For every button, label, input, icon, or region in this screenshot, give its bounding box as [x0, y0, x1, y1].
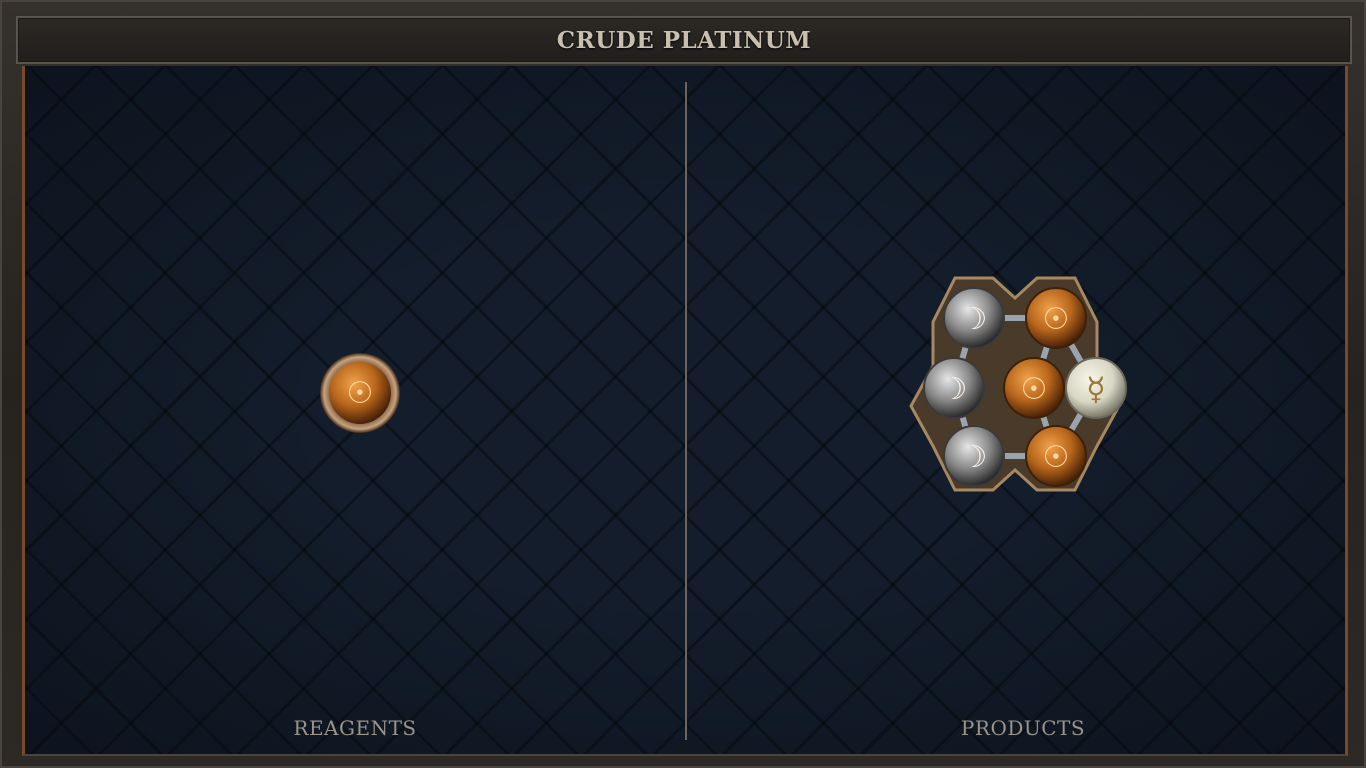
game-window: CRUDE PLATINUM ☉ ☽ ☉ ☽ ☉ ☿ ☽ ☉ REAGENTS … — [0, 0, 1366, 768]
panel-divider — [685, 82, 687, 740]
salt-icon: ☉ — [347, 376, 374, 411]
reagent-molecule[interactable]: ☉ — [315, 348, 405, 438]
silver-icon: ☽ — [941, 372, 968, 407]
salt-icon: ☉ — [1043, 440, 1070, 475]
atom-salt[interactable]: ☉ — [1003, 357, 1065, 419]
silver-icon: ☽ — [961, 440, 988, 475]
silver-icon: ☽ — [961, 302, 988, 337]
products-label: PRODUCTS — [960, 716, 1086, 740]
title-bar: CRUDE PLATINUM — [16, 16, 1352, 64]
puzzle-title: CRUDE PLATINUM — [556, 26, 812, 54]
product-molecule[interactable]: ☽ ☉ ☽ ☉ ☿ ☽ ☉ — [887, 272, 1143, 512]
atom-silver[interactable]: ☽ — [923, 357, 985, 419]
atom-silver[interactable]: ☽ — [943, 425, 1005, 487]
puzzle-board: ☉ ☽ ☉ ☽ ☉ ☿ ☽ ☉ REAGENTS PRODUCTS — [22, 66, 1348, 756]
reagents-label: REAGENTS — [293, 716, 417, 740]
salt-icon: ☉ — [1043, 302, 1070, 337]
salt-icon: ☉ — [1021, 372, 1048, 407]
atom-salt[interactable]: ☉ — [1025, 287, 1087, 349]
atom-salt[interactable]: ☉ — [1025, 425, 1087, 487]
atom-quicksilver[interactable]: ☿ — [1065, 357, 1127, 419]
atom-silver[interactable]: ☽ — [943, 287, 1005, 349]
quicksilver-icon: ☿ — [1086, 370, 1106, 408]
